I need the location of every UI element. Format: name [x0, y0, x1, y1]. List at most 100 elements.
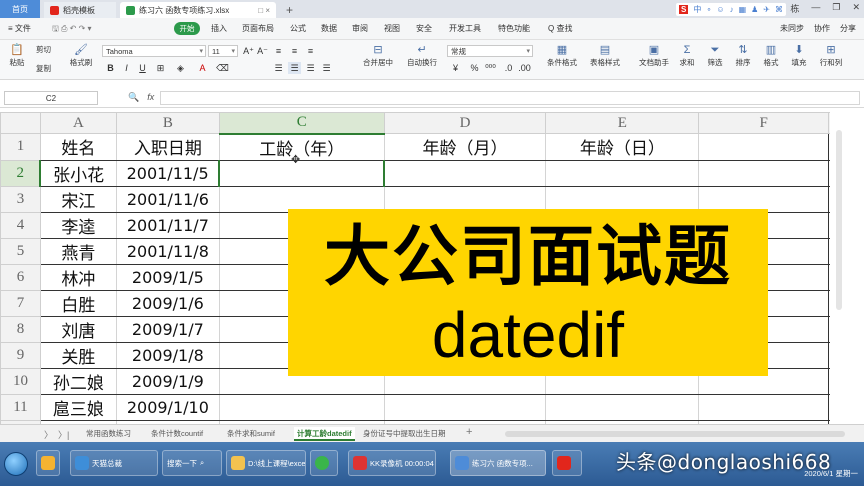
header-cell[interactable]: 入职日期	[115, 133, 220, 161]
name-cell[interactable]: 刘唐	[39, 315, 117, 343]
sheet-tab-active[interactable]: 计算工龄datedif	[294, 427, 355, 441]
minimize-icon[interactable]: —	[811, 2, 820, 15]
align-center-icon[interactable]: ☰	[288, 62, 301, 74]
taskbar-search[interactable]: 搜索一下 ⌕	[162, 450, 222, 476]
fx-icon[interactable]: fx	[147, 92, 154, 103]
format-painter-button[interactable]: 🖌 格式刷	[66, 43, 96, 68]
header-cell[interactable]: 工龄（年）	[218, 133, 385, 161]
menu-view[interactable]: 视图	[384, 23, 400, 34]
font-name-select[interactable]: Tahoma	[102, 45, 206, 57]
align-left-icon[interactable]: ☰	[272, 62, 285, 74]
format-button[interactable]: ▥ 格式	[760, 43, 782, 68]
header-cell[interactable]	[698, 133, 830, 161]
input-method-tray[interactable]: S 中 ∘ ☺ ♪ ▦ ♟ ✈ ⌘	[676, 3, 786, 16]
tab-template[interactable]: 稻壳模板	[44, 2, 116, 18]
row-header[interactable]: 7	[0, 289, 41, 317]
age-months-cell[interactable]	[383, 393, 547, 421]
merge-center-button[interactable]: ⊟ 合并居中	[358, 43, 398, 68]
header-cell[interactable]: 年龄（日）	[545, 133, 700, 161]
font-size-select[interactable]: 11	[208, 45, 238, 57]
menu-features[interactable]: 特色功能	[498, 23, 530, 34]
font-color-icon[interactable]: A	[196, 62, 209, 74]
date-cell[interactable]: 2009/1/10	[115, 393, 220, 421]
date-cell[interactable]: 2001/11/7	[115, 211, 220, 239]
collab-button[interactable]: 协作	[814, 23, 830, 34]
row-header[interactable]: 1	[0, 133, 41, 161]
menu-insert[interactable]: 插入	[211, 23, 227, 34]
col-header-f[interactable]: F	[698, 112, 830, 134]
row-header[interactable]: 6	[0, 263, 41, 291]
shrink-font-icon[interactable]: A⁻	[256, 45, 269, 57]
new-tab-button[interactable]: +	[286, 3, 293, 17]
row-header[interactable]: 9	[0, 341, 41, 369]
prev-sheet-icon[interactable]: 〉	[44, 428, 53, 441]
number-format-select[interactable]: 常规	[447, 45, 533, 57]
menu-page-layout[interactable]: 页面布局	[242, 23, 274, 34]
name-cell[interactable]: 孙二娘	[39, 367, 117, 395]
sheet-tab[interactable]: 条件计数countif	[148, 427, 206, 441]
clear-format-icon[interactable]: ⌫	[216, 62, 229, 74]
percent-icon[interactable]: %	[468, 62, 481, 74]
increase-decimal-icon[interactable]: .0	[502, 62, 515, 74]
select-all-corner[interactable]	[0, 112, 41, 134]
menu-security[interactable]: 安全	[416, 23, 432, 34]
row-header[interactable]: 10	[0, 367, 41, 395]
decrease-decimal-icon[interactable]: .00	[518, 62, 531, 74]
sum-button[interactable]: Σ 求和	[676, 43, 698, 68]
fill-button[interactable]: ⬇ 填充	[788, 43, 810, 68]
quick-access-icons[interactable]: 🖫 ⎙ ↶ ↷ ▾	[52, 23, 92, 37]
cut-button[interactable]: 剪切	[36, 44, 51, 55]
bold-icon[interactable]: B	[104, 62, 117, 74]
close-tab-icon[interactable]: □ ×	[258, 6, 270, 15]
menu-start[interactable]: 开始	[174, 22, 200, 35]
name-box[interactable]: C2	[4, 91, 98, 105]
sheet-tab[interactable]: 常用函数练习	[83, 427, 134, 441]
taskbar-spreadsheet[interactable]: 练习六 函数专项...	[450, 450, 546, 476]
underline-icon[interactable]: U	[136, 62, 149, 74]
paste-button[interactable]: 📋 粘贴	[4, 43, 30, 68]
col-header-b[interactable]: B	[115, 112, 220, 134]
menu-review[interactable]: 审阅	[352, 23, 368, 34]
maximize-icon[interactable]: ❐	[832, 2, 840, 15]
start-button[interactable]	[4, 452, 28, 476]
menu-data[interactable]: 数据	[321, 23, 337, 34]
user-name[interactable]: 栋	[790, 2, 799, 15]
date-cell[interactable]: 2009/1/6	[115, 289, 220, 317]
col-header-a[interactable]: A	[39, 112, 117, 134]
cell[interactable]	[698, 393, 830, 421]
align-middle-icon[interactable]: ≡	[288, 45, 301, 57]
wrap-text-button[interactable]: ↵ 自动换行	[402, 43, 442, 68]
taskbar-app[interactable]	[310, 450, 338, 476]
col-header-d[interactable]: D	[383, 112, 547, 134]
tenure-cell[interactable]	[218, 159, 386, 187]
italic-icon[interactable]: I	[120, 62, 133, 74]
date-cell[interactable]: 2001/11/8	[115, 237, 220, 265]
align-right-icon[interactable]: ☰	[304, 62, 317, 74]
menu-formulas[interactable]: 公式	[290, 23, 306, 34]
row-header[interactable]: 5	[0, 237, 41, 265]
row-col-button[interactable]: ⊞ 行和列	[816, 43, 846, 68]
close-window-icon[interactable]: ✕	[852, 2, 860, 15]
name-cell[interactable]: 宋江	[39, 185, 117, 213]
date-cell[interactable]: 2009/1/9	[115, 367, 220, 395]
align-top-icon[interactable]: ≡	[272, 45, 285, 57]
menu-developer[interactable]: 开发工具	[449, 23, 481, 34]
horizontal-scrollbar[interactable]	[505, 431, 845, 437]
age-days-cell[interactable]	[545, 393, 700, 421]
conditional-format-button[interactable]: ▦ 条件格式	[542, 43, 582, 68]
taskbar-explorer[interactable]: D:\线上课程\excel...	[226, 450, 306, 476]
thousands-icon[interactable]: ⁰⁰⁰	[484, 62, 497, 74]
name-cell[interactable]: 李逵	[39, 211, 117, 239]
justify-icon[interactable]: ☰	[320, 62, 333, 74]
sync-status[interactable]: 未同步	[780, 23, 804, 34]
grow-font-icon[interactable]: A⁺	[242, 45, 255, 57]
name-cell[interactable]: 张小花	[39, 159, 117, 187]
name-cell[interactable]: 扈三娘	[39, 393, 117, 421]
menu-file[interactable]: ≡ 文件	[8, 23, 31, 34]
share-button[interactable]: 分享	[840, 23, 856, 34]
date-cell[interactable]: 2009/1/5	[115, 263, 220, 291]
tenure-cell[interactable]	[218, 393, 385, 421]
cell[interactable]	[698, 159, 830, 187]
name-cell[interactable]: 林冲	[39, 263, 117, 291]
vertical-scrollbar[interactable]	[830, 112, 864, 424]
